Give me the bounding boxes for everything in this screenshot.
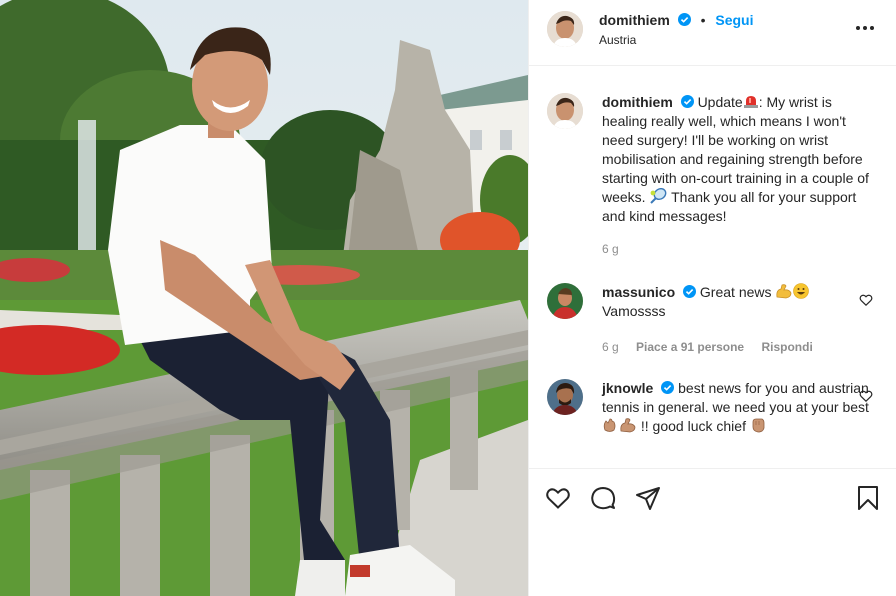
comment-text: massunico Great news Vamossss: [602, 283, 872, 321]
header-user-line: domithiem • Segui: [599, 12, 753, 28]
avatar[interactable]: [547, 93, 583, 129]
location-link[interactable]: Austria: [599, 33, 636, 47]
grinning-emoji-icon: [793, 283, 810, 299]
follow-button[interactable]: Segui: [715, 12, 753, 28]
clapping-hands-emoji-icon: [603, 418, 616, 432]
action-bar: [529, 468, 896, 528]
share-icon[interactable]: [635, 485, 661, 511]
comment-time[interactable]: 6 g: [602, 340, 619, 354]
like-comment-heart-icon[interactable]: [859, 389, 873, 403]
comment-item: jknowle best news for you and austrian t…: [547, 379, 877, 467]
comment-username[interactable]: jknowle: [602, 380, 653, 396]
comment-body: Great news: [699, 284, 772, 300]
comment-icon[interactable]: [590, 485, 616, 511]
verified-badge-icon: [683, 285, 697, 298]
caption-text: domithiem Update : My wrist is healing r…: [602, 93, 872, 226]
verified-badge-icon: [661, 381, 675, 394]
caption-username[interactable]: domithiem: [602, 94, 673, 110]
header-username[interactable]: domithiem: [599, 12, 670, 28]
profile-photo-icon: [547, 283, 583, 319]
instagram-post: domithiem • Segui Austria domithiem Upda…: [0, 0, 896, 596]
comments-section[interactable]: domithiem Update : My wrist is healing r…: [529, 67, 896, 467]
caption-meta: 6 g: [602, 242, 633, 256]
separator-dot: •: [700, 12, 706, 28]
heart-icon[interactable]: [545, 485, 571, 511]
verified-badge-icon: [677, 13, 691, 26]
bookmark-icon[interactable]: [855, 485, 881, 511]
profile-photo-icon: [547, 379, 583, 415]
comment-likes[interactable]: Piace a 91 persone: [636, 340, 744, 354]
avatar[interactable]: [547, 11, 583, 47]
verified-badge-icon: [680, 95, 694, 108]
profile-photo-icon: [547, 11, 583, 47]
caption-text-start: Update: [697, 94, 743, 110]
comment-item: massunico Great news Vamossss 6 g Piace …: [547, 283, 877, 363]
caption: domithiem Update : My wrist is healing r…: [547, 93, 877, 263]
like-comment-heart-icon[interactable]: [859, 293, 873, 307]
post-side-panel: domithiem • Segui Austria domithiem Upda…: [528, 0, 896, 596]
caption-time[interactable]: 6 g: [602, 242, 619, 256]
comment-username[interactable]: massunico: [602, 284, 675, 300]
comment-body-line2: Vamossss: [602, 303, 666, 319]
avatar[interactable]: [547, 283, 583, 319]
post-header: domithiem • Segui Austria: [529, 0, 896, 66]
comment-text: jknowle best news for you and austrian t…: [602, 379, 872, 436]
fist-emoji-icon: [752, 418, 765, 433]
siren-emoji-icon: [743, 96, 758, 108]
avatar[interactable]: [547, 379, 583, 415]
profile-photo-icon: [547, 93, 583, 129]
tennis-emoji-icon: [650, 187, 667, 204]
post-photo[interactable]: [0, 0, 528, 596]
photo-illustration: [0, 0, 528, 596]
flexed-biceps-emoji-icon: [620, 418, 636, 433]
more-options-icon[interactable]: [855, 25, 875, 31]
flexed-biceps-emoji-icon: [776, 284, 792, 299]
reply-button[interactable]: Rispondi: [761, 340, 812, 354]
comment-meta: 6 g Piace a 91 persone Rispondi: [602, 340, 827, 354]
comment-body-end: !! good luck chief: [640, 418, 746, 434]
